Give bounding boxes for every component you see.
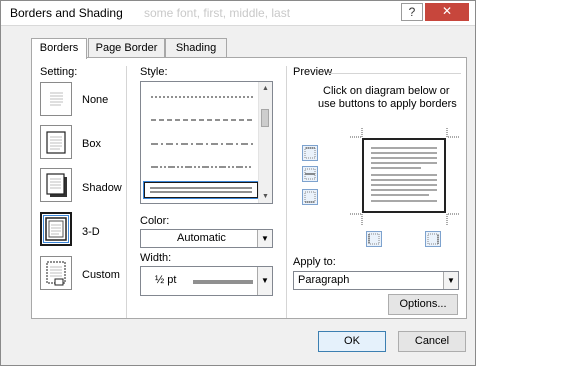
preview-text-line (371, 152, 437, 154)
cancel-button[interactable]: Cancel (398, 331, 466, 352)
width-value: ½ pt (155, 274, 177, 286)
preview-text-line (371, 174, 437, 176)
setting-none-label[interactable]: None (82, 94, 108, 106)
none-setting-icon[interactable] (40, 82, 72, 116)
width-select[interactable]: ½ pt ▼ (140, 266, 273, 296)
window-title: Borders and Shading (10, 6, 123, 20)
background-text: some font, first, middle, last (144, 6, 291, 20)
color-value: Automatic (177, 232, 226, 244)
scroll-up-icon[interactable]: ▲ (259, 82, 272, 95)
style-line-dash-dot[interactable] (147, 137, 257, 151)
preview-rule (329, 73, 461, 74)
apply-to-heading: Apply to: (293, 256, 336, 268)
width-heading: Width: (140, 252, 172, 264)
setting-heading: Setting: (40, 66, 78, 78)
title-bar: Borders and Shading some font, first, mi… (1, 1, 475, 26)
tab-shading[interactable]: Shading (165, 38, 227, 58)
top-border-icon[interactable] (302, 145, 318, 161)
preview-text-line (371, 200, 437, 202)
inside-horizontal-border-icon[interactable] (302, 166, 318, 182)
options-button[interactable]: Options... (388, 294, 458, 315)
preview-text-line (371, 147, 437, 149)
scroll-down-icon[interactable]: ▼ (259, 190, 272, 203)
chevron-down-icon[interactable]: ▼ (257, 230, 272, 247)
help-button[interactable]: ? (401, 3, 423, 21)
custom-setting-icon[interactable] (40, 256, 72, 290)
close-button[interactable]: ✕ (425, 3, 469, 21)
shadow-setting-icon[interactable] (40, 168, 72, 202)
bottom-border-icon[interactable] (302, 189, 318, 205)
preview-text-line (371, 189, 437, 191)
preview-text-line (371, 194, 429, 196)
preview-heading: Preview (293, 66, 333, 78)
preview-text-line (371, 179, 437, 181)
preview-instruction-line2: use buttons to apply borders (318, 98, 457, 110)
preview-instruction-line1: Click on diagram below or (323, 85, 450, 97)
preview-text-line (371, 167, 421, 169)
style-line-dashed[interactable] (147, 113, 257, 127)
style-line-double[interactable] (143, 181, 259, 199)
style-heading: Style: (140, 66, 168, 78)
style-list[interactable]: ▲ ▼ (140, 81, 273, 204)
chevron-down-icon[interactable]: ▼ (443, 272, 458, 289)
setting-box-label[interactable]: Box (82, 138, 101, 150)
tab-page-border[interactable]: Page Border (88, 38, 165, 58)
preview-text-line (371, 157, 437, 159)
ok-button[interactable]: OK (318, 331, 386, 352)
setting-3d-label[interactable]: 3-D (82, 226, 100, 238)
borders-panel: Setting: None Box Shadow 3-D Custom Styl… (31, 57, 467, 319)
separator-left (126, 66, 127, 318)
color-select[interactable]: Automatic ▼ (140, 229, 273, 248)
3d-setting-icon[interactable] (40, 212, 72, 246)
separator-right (286, 66, 287, 318)
style-line-dash-dot-dot[interactable] (147, 160, 257, 174)
preview-diagram[interactable] (362, 138, 446, 213)
scroll-thumb[interactable] (261, 109, 269, 127)
preview-text-line (371, 184, 437, 186)
preview-text-line (371, 162, 437, 164)
setting-custom-label[interactable]: Custom (82, 269, 120, 281)
box-setting-icon[interactable] (40, 125, 72, 159)
style-line-dotted[interactable] (147, 90, 257, 104)
right-border-icon[interactable] (425, 231, 441, 247)
left-border-icon[interactable] (366, 231, 382, 247)
apply-to-select[interactable]: Paragraph ▼ (293, 271, 459, 290)
chevron-down-icon[interactable]: ▼ (257, 267, 272, 295)
style-scrollbar[interactable]: ▲ ▼ (258, 82, 272, 203)
setting-shadow-label[interactable]: Shadow (82, 182, 122, 194)
tab-borders[interactable]: Borders (31, 38, 87, 59)
borders-shading-dialog: Borders and Shading some font, first, mi… (0, 0, 476, 366)
color-heading: Color: (140, 215, 170, 227)
apply-to-value: Paragraph (298, 274, 350, 286)
